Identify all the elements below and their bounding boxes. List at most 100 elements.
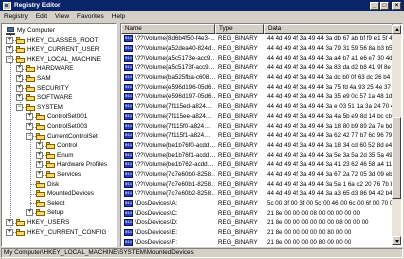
tree-item-security[interactable]: SECURITY bbox=[26, 84, 69, 93]
value-name-cell: 011 \DosDevices\E: bbox=[121, 229, 215, 237]
value-row[interactable]: 011 \DosDevices\F: REG_BINARY 21 8e 00 00 0… bbox=[121, 237, 393, 246]
tree-item-enum[interactable]: Enum bbox=[46, 151, 73, 160]
value-row[interactable]: 011 \??\Volume{8d6b4f50-f4e3-… REG_BINARY 4… bbox=[121, 34, 393, 44]
value-row[interactable]: 011 \DosDevices\D: REG_BINARY 21 8e 00 00 0… bbox=[121, 218, 393, 228]
binary-value-icon: 011 bbox=[124, 219, 133, 227]
scroll-up-arrow-icon[interactable] bbox=[392, 25, 401, 34]
column-header-data[interactable]: Data bbox=[264, 24, 393, 34]
value-row[interactable]: 011 \??\Volume{be1b76f0-acdd… REG_BINARY 44… bbox=[121, 141, 393, 151]
tree-item-my-computer[interactable]: My Computer bbox=[6, 26, 55, 35]
value-type-cell: REG_BINARY bbox=[218, 93, 258, 101]
tree-item-hkey-local-machine[interactable]: HKEY_LOCAL_MACHINE bbox=[16, 55, 101, 64]
expand-plus-icon[interactable]: + bbox=[36, 161, 43, 169]
values-list[interactable]: Name Type Data 011 \??\Volume{8d6b4f50-f4… bbox=[120, 23, 403, 247]
value-row[interactable]: 011 \??\Volume{a5c5173f-acc9… REG_BINARY 44… bbox=[121, 63, 393, 73]
value-row[interactable]: 011 \??\Volume{7c7e60b1-8258… REG_BINARY 44… bbox=[121, 179, 393, 189]
tree-item-system[interactable]: SYSTEM bbox=[26, 103, 63, 112]
binary-value-icon: 011 bbox=[124, 229, 133, 237]
expand-plus-icon[interactable]: + bbox=[16, 84, 23, 92]
folder-icon bbox=[36, 123, 45, 130]
tree-item-label: Disk bbox=[47, 180, 60, 188]
tree-item-sam[interactable]: SAM bbox=[26, 74, 51, 83]
tree-item-hardware-profiles[interactable]: Hardware Profiles bbox=[46, 160, 107, 169]
value-data-cell: 44 4d 49 4f 3a 49 44 3a 5a 1 6a c2 20 76… bbox=[267, 180, 393, 188]
value-row[interactable]: 011 \??\Volume{a52dea40-824d… REG_BINARY 44… bbox=[121, 44, 393, 54]
expand-plus-icon[interactable]: + bbox=[36, 171, 43, 178]
value-row[interactable]: 011 \DosDevices\A: REG_BINARY 5c 00 3f 00 3… bbox=[121, 199, 393, 209]
expand-plus-icon[interactable]: + bbox=[26, 209, 33, 217]
expand-plus-icon[interactable]: + bbox=[16, 94, 23, 102]
menu-favorites[interactable]: Favorites bbox=[73, 13, 108, 20]
vertical-scrollbar[interactable] bbox=[392, 25, 401, 245]
value-row[interactable]: 011 \??\Volume{e596d197-05d6… REG_BINARY 44… bbox=[121, 92, 393, 102]
expand-plus-icon[interactable]: + bbox=[16, 75, 23, 82]
scroll-thumb[interactable] bbox=[392, 117, 401, 199]
value-row[interactable]: 011 \DosDevices\E: REG_BINARY 21 8e 00 00 0… bbox=[121, 228, 393, 238]
value-data-cell: 44 4d 49 4f 3a 49 44 3a 35 e9 0c 57 1a 4… bbox=[267, 93, 393, 101]
menu-view[interactable]: View bbox=[51, 13, 73, 20]
tree-item-label: Enum bbox=[57, 151, 74, 159]
tree-item-services[interactable]: Services bbox=[46, 170, 81, 179]
expand-plus-icon[interactable]: + bbox=[26, 123, 33, 130]
minimize-button[interactable]: _ bbox=[370, 1, 379, 10]
value-type-cell: REG_BINARY bbox=[218, 64, 258, 72]
tree-item-hkey-current-user[interactable]: HKEY_CURRENT_USER bbox=[16, 45, 99, 54]
value-row[interactable]: 011 \??\Volume{a5c5173e-acc9… REG_BINARY 44… bbox=[121, 53, 393, 63]
value-data-cell: 44 4d 49 4f 3a 49 44 3a 18 80 b9 89 2a 7… bbox=[267, 122, 393, 130]
folder-icon bbox=[46, 151, 55, 159]
value-row[interactable]: 011 \DosDevices\C: REG_BINARY 21 8e 00 00 0… bbox=[121, 208, 393, 218]
expand-plus-icon[interactable]: + bbox=[6, 228, 13, 236]
tree-item-control[interactable]: Control bbox=[46, 141, 77, 150]
tree-item-label: HKEY_LOCAL_MACHINE bbox=[27, 55, 101, 63]
value-row[interactable]: 011 \??\Volume{be1b762-acdd… REG_BINARY 44 … bbox=[121, 160, 393, 170]
menu-edit[interactable]: Edit bbox=[32, 13, 51, 20]
tree-item-hardware[interactable]: HARDWARE bbox=[26, 64, 74, 73]
collapse-minus-icon[interactable]: − bbox=[16, 103, 23, 111]
value-row[interactable]: 011 \??\Volume{7c7e60b0-8258… REG_BINARY 44… bbox=[121, 170, 393, 180]
menu-help[interactable]: Help bbox=[108, 13, 129, 20]
window-title: Registry Editor bbox=[14, 2, 61, 9]
expand-plus-icon[interactable]: + bbox=[6, 219, 13, 226]
menu-registry[interactable]: Registry bbox=[0, 13, 32, 20]
value-data-cell: 44 4d 49 4f 3a 49 44 3a 5e 3a 5a 2d 35 5… bbox=[267, 151, 393, 159]
column-header-name[interactable]: Name bbox=[121, 24, 215, 34]
expand-plus-icon[interactable]: + bbox=[26, 113, 33, 121]
expand-plus-icon[interactable]: + bbox=[36, 151, 43, 159]
value-row[interactable]: 011 \??\Volume{ba525fba-c608… REG_BINARY 44… bbox=[121, 73, 393, 83]
collapse-minus-icon[interactable]: − bbox=[26, 132, 33, 140]
tree-item-disk[interactable]: Disk bbox=[36, 180, 59, 189]
maximize-button[interactable]: □ bbox=[380, 1, 389, 10]
value-row[interactable]: 011 \??\Volume{e596d196-05d6… REG_BINARY 44… bbox=[121, 82, 393, 92]
close-button[interactable]: × bbox=[392, 1, 401, 10]
collapse-minus-icon[interactable]: − bbox=[6, 55, 13, 63]
tree-item-controlset001[interactable]: ControlSet001 bbox=[36, 112, 87, 121]
tree-item-hkey-current-config[interactable]: HKEY_CURRENT_CONFIG bbox=[16, 228, 106, 237]
value-row[interactable]: 011 \??\Volume{7f115ee-a824… REG_BINARY 44 … bbox=[121, 112, 393, 122]
value-row[interactable]: 011 \??\Volume{7f115f1-a824… REG_BINARY 44 … bbox=[121, 131, 393, 141]
tree-item-hkey-users[interactable]: HKEY_USERS bbox=[16, 218, 69, 227]
expand-plus-icon[interactable]: + bbox=[16, 65, 23, 73]
scroll-down-arrow-icon[interactable] bbox=[392, 236, 401, 245]
expand-plus-icon[interactable]: + bbox=[6, 46, 13, 54]
value-data-cell: 44 4d 49 4f 3a 49 44 3a 18 34 cd 60 52 8… bbox=[267, 141, 393, 149]
tree-item-label: SECURITY bbox=[37, 84, 69, 92]
tree-item-select[interactable]: Select bbox=[36, 199, 65, 208]
tree-item-controlset003[interactable]: ControlSet003 bbox=[36, 122, 87, 131]
tree-item-software[interactable]: SOFTWARE bbox=[26, 93, 72, 102]
expand-plus-icon[interactable]: + bbox=[36, 142, 43, 150]
registry-tree[interactable]: My Computer + HKEY_CLASSES_ROOT + HKEY_CURRE… bbox=[1, 23, 117, 247]
value-row[interactable]: 011 \??\Volume{7f115f0-a824… REG_BINARY 44 … bbox=[121, 121, 393, 131]
value-row[interactable]: 011 \??\Volume{7f115ed-a824… REG_BINARY 44 … bbox=[121, 102, 393, 112]
tree-item-mounteddevices[interactable]: MountedDevices bbox=[36, 189, 94, 198]
folder-icon bbox=[36, 180, 45, 188]
tree-item-currentcontrolset[interactable]: CurrentControlSet bbox=[36, 132, 98, 141]
tree-item-setup[interactable]: Setup bbox=[36, 208, 63, 217]
registry-app-icon[interactable] bbox=[3, 1, 11, 10]
tree-item-hkey-classes-root[interactable]: HKEY_CLASSES_ROOT bbox=[16, 36, 98, 45]
tree-item-label: SAM bbox=[37, 75, 51, 82]
expand-plus-icon[interactable]: + bbox=[6, 36, 13, 44]
column-header-type[interactable]: Type bbox=[215, 24, 264, 34]
value-row[interactable]: 011 \??\Volume{7c7e60b2-8258… REG_BINARY 44… bbox=[121, 189, 393, 199]
title-bar[interactable]: Registry Editor _ □ × bbox=[0, 0, 404, 11]
value-row[interactable]: 011 \??\Volume{be1b76f1-acdd… REG_BINARY 44… bbox=[121, 150, 393, 160]
